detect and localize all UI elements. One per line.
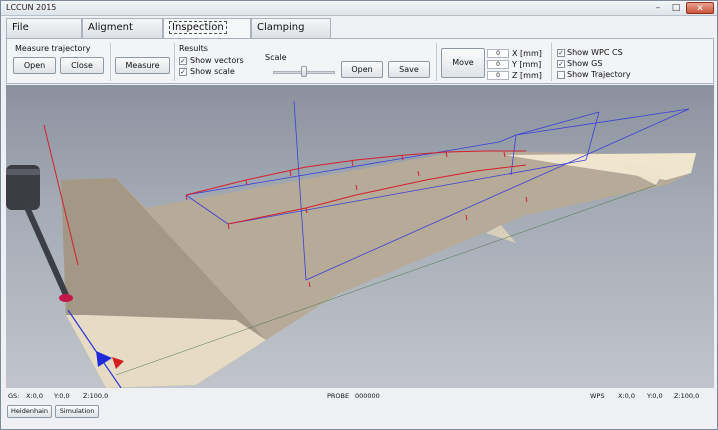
show-wpc-cs-label: Show WPC CS (567, 48, 623, 57)
title-bar[interactable]: LCCUN 2015 – □ ✕ (1, 1, 717, 16)
show-scale-checkbox[interactable]: ✓ (179, 68, 187, 76)
checkmark-icon: ✓ (180, 68, 186, 76)
separator (436, 43, 437, 81)
scale-open-button[interactable]: Open (341, 61, 383, 78)
probe-label: PROBE (327, 392, 350, 400)
gs-x: X:0,0 (26, 392, 43, 400)
move-button[interactable]: Move (441, 48, 485, 78)
wps-x: X:0,0 (618, 392, 635, 400)
scale-label: Scale (265, 53, 287, 62)
checkmark-icon: ✓ (180, 57, 186, 65)
main-window: LCCUN 2015 – □ ✕ File Aligment Inspectio… (0, 0, 718, 430)
tab-bar: File Aligment Inspection Clamping (6, 18, 714, 39)
window-title: LCCUN 2015 (6, 3, 57, 12)
heidenhain-button[interactable]: Heidenhain (7, 405, 52, 418)
z-label: Z [mm] (512, 71, 542, 80)
minimize-button[interactable]: – (650, 2, 666, 14)
close-trajectory-button[interactable]: Close (60, 57, 104, 74)
tab-aligment[interactable]: Aligment (82, 18, 163, 38)
tab-file[interactable]: File (6, 18, 82, 38)
probe-stylus (23, 203, 69, 297)
status-bar: GS: X:0,0 Y:0,0 Z:100,0 PROBE 000000 WPS… (6, 389, 714, 403)
show-wpc-cs-checkbox[interactable]: ✓ (557, 49, 565, 57)
probe-head-highlight (6, 169, 40, 175)
gs-label: GS: (8, 392, 20, 400)
probe-value: 000000 (355, 392, 380, 400)
show-vectors-checkbox[interactable]: ✓ (179, 57, 187, 65)
gs-z: Z:100,0 (83, 392, 109, 400)
gs-y: Y:0,0 (54, 392, 70, 400)
measure-trajectory-label: Measure trajectory (15, 44, 91, 53)
tab-inspection-label: Inspection (169, 21, 227, 34)
show-trajectory-label: Show Trajectory (567, 70, 631, 79)
checkmark-icon: ✓ (558, 60, 564, 68)
show-trajectory-checkbox[interactable] (557, 71, 565, 79)
open-trajectory-button[interactable]: Open (13, 57, 56, 74)
tab-inspection[interactable]: Inspection (163, 18, 251, 39)
close-window-button[interactable]: ✕ (686, 2, 714, 14)
maximize-button[interactable]: □ (667, 2, 685, 14)
3d-viewport[interactable] (6, 85, 714, 388)
inspection-toolbar: Measure trajectory Open Close Measure Re… (6, 38, 714, 84)
separator (110, 43, 111, 81)
separator (551, 43, 552, 81)
show-vectors-label: Show vectors (190, 56, 244, 65)
wps-z: Z:100,0 (674, 392, 700, 400)
z-input[interactable]: 0 (487, 71, 509, 80)
simulation-button[interactable]: Simulation (55, 405, 99, 418)
separator (174, 43, 175, 81)
measure-button[interactable]: Measure (115, 57, 170, 74)
results-label: Results (179, 44, 208, 53)
x-input[interactable]: 0 (487, 49, 509, 58)
show-gs-label: Show GS (567, 59, 603, 68)
x-label: X [mm] (512, 49, 542, 58)
scale-slider-thumb[interactable] (301, 66, 307, 77)
y-label: Y [mm] (512, 60, 542, 69)
scale-save-button[interactable]: Save (388, 61, 430, 78)
probe-tip (59, 294, 73, 302)
tab-clamping[interactable]: Clamping (251, 18, 331, 38)
show-scale-label: Show scale (190, 67, 235, 76)
checkmark-icon: ✓ (558, 49, 564, 57)
show-gs-checkbox[interactable]: ✓ (557, 60, 565, 68)
3d-scene (6, 100, 696, 388)
wps-label: WPS (590, 392, 605, 400)
y-input[interactable]: 0 (487, 60, 509, 69)
wps-y: Y:0,0 (647, 392, 663, 400)
